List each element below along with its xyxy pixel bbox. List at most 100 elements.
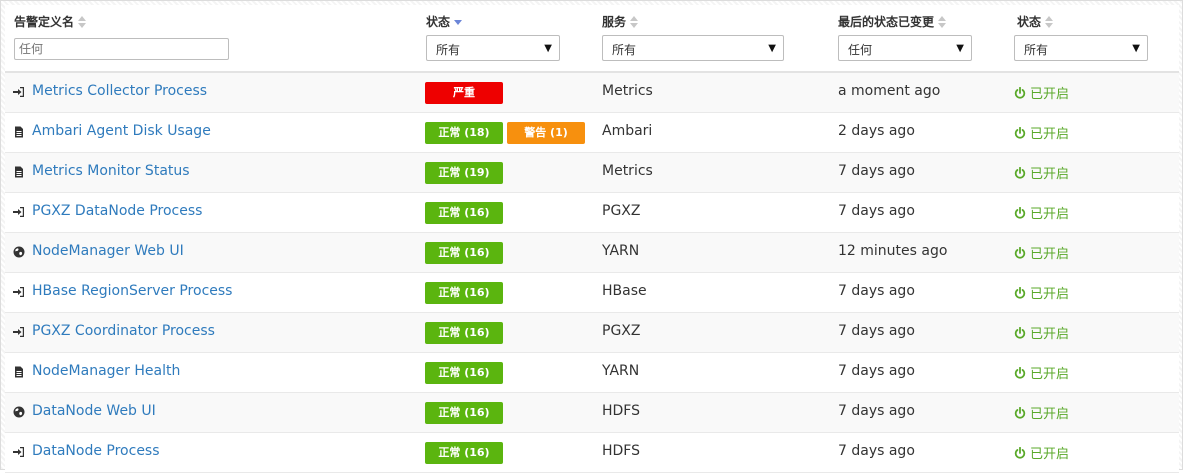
last-changed-filter-select[interactable]: 任何 ▼ — [838, 35, 972, 61]
caret-down-icon: ▼ — [544, 43, 552, 54]
sign-in-icon — [13, 86, 25, 98]
state-label: 已开启 — [1030, 167, 1070, 182]
file-icon — [13, 166, 25, 178]
sort-icon[interactable] — [938, 16, 947, 28]
sign-in-icon — [13, 206, 25, 218]
state-toggle[interactable]: 已开启 — [1014, 403, 1069, 422]
last-changed-cell: 7 days ago — [838, 403, 915, 419]
state-label: 已开启 — [1030, 87, 1070, 102]
ok-badge[interactable]: 正常 (16) — [425, 362, 503, 384]
header-service-label: 服务 — [602, 15, 627, 29]
state-filter-select[interactable]: 所有 ▼ — [1014, 35, 1148, 61]
sign-in-icon — [13, 446, 25, 458]
warning-badge[interactable]: 警告 (1) — [507, 122, 585, 144]
table-row: HBase RegionServer Process 正常 (16) HBase 7 … — [5, 273, 1179, 313]
caret-down-icon: ▼ — [768, 43, 776, 54]
power-icon — [1014, 447, 1026, 459]
service-filter-select[interactable]: 所有 ▼ — [602, 35, 784, 61]
state-label: 已开启 — [1030, 287, 1070, 302]
alert-definition-link[interactable]: NodeManager Web UI — [32, 243, 184, 259]
state-toggle[interactable]: 已开启 — [1014, 123, 1069, 142]
header-status[interactable]: 状态 — [426, 13, 463, 30]
alert-definition-link[interactable]: DataNode Web UI — [32, 403, 156, 419]
sign-in-icon — [13, 286, 25, 298]
ok-badge[interactable]: 正常 (16) — [425, 402, 503, 424]
table-row: DataNode Web UI 正常 (16) HDFS 7 days ago 已开启 — [5, 393, 1179, 433]
header-name[interactable]: 告警定义名 — [14, 13, 87, 30]
service-cell: PGXZ — [602, 203, 641, 219]
globe-icon — [13, 246, 25, 258]
state-toggle[interactable]: 已开启 — [1014, 323, 1069, 342]
file-icon — [13, 126, 25, 138]
header-state-label: 状态 — [1017, 15, 1042, 29]
status-filter-select[interactable]: 所有 ▼ — [426, 35, 560, 61]
state-toggle[interactable]: 已开启 — [1014, 283, 1069, 302]
header-service[interactable]: 服务 — [602, 13, 639, 30]
state-toggle[interactable]: 已开启 — [1014, 203, 1069, 222]
table-row: DataNode Process 正常 (16) HDFS 7 days ago 已开启 — [5, 433, 1179, 473]
table-row: Ambari Agent Disk Usage 正常 (18) 警告 (1) Amba… — [5, 113, 1179, 153]
state-toggle[interactable]: 已开启 — [1014, 163, 1069, 182]
power-icon — [1014, 167, 1026, 179]
last-changed-cell: a moment ago — [838, 83, 941, 99]
last-changed-cell: 12 minutes ago — [838, 243, 948, 259]
alert-definition-link[interactable]: PGXZ DataNode Process — [32, 203, 202, 219]
header-status-label: 状态 — [426, 15, 451, 29]
sort-icon[interactable] — [78, 16, 87, 28]
state-toggle[interactable]: 已开启 — [1014, 363, 1069, 382]
alerts-panel: 告警定义名 状态 所有 ▼ 服务 所有 ▼ — [0, 0, 1183, 473]
alert-definition-link[interactable]: HBase RegionServer Process — [32, 283, 232, 299]
ok-badge[interactable]: 正常 (18) — [425, 122, 503, 144]
state-label: 已开启 — [1030, 127, 1070, 142]
ok-badge[interactable]: 正常 (16) — [425, 442, 503, 464]
ok-badge[interactable]: 正常 (19) — [425, 162, 503, 184]
power-icon — [1014, 87, 1026, 99]
table-row: NodeManager Health 正常 (16) YARN 7 days ago 已… — [5, 353, 1179, 393]
last-changed-cell: 7 days ago — [838, 283, 915, 299]
service-cell: HDFS — [602, 403, 641, 419]
power-icon — [1014, 367, 1026, 379]
alert-definition-link[interactable]: Metrics Collector Process — [32, 83, 207, 99]
header-name-label: 告警定义名 — [14, 15, 75, 29]
sort-icon[interactable] — [630, 16, 639, 28]
table-row: Metrics Monitor Status 正常 (19) Metrics 7 da… — [5, 153, 1179, 193]
state-toggle[interactable]: 已开启 — [1014, 83, 1069, 102]
power-icon — [1014, 247, 1026, 259]
service-cell: YARN — [602, 363, 640, 379]
ok-badge[interactable]: 正常 (16) — [425, 202, 503, 224]
ok-badge[interactable]: 正常 (16) — [425, 242, 503, 264]
last-changed-cell: 7 days ago — [838, 203, 915, 219]
state-label: 已开启 — [1030, 207, 1070, 222]
globe-icon — [13, 406, 25, 418]
service-filter-value: 所有 — [612, 43, 637, 57]
alert-definition-link[interactable]: DataNode Process — [32, 443, 160, 459]
ok-badge[interactable]: 正常 (16) — [425, 282, 503, 304]
power-icon — [1014, 407, 1026, 419]
service-cell: HBase — [602, 283, 647, 299]
state-toggle[interactable]: 已开启 — [1014, 243, 1069, 262]
header-last-changed[interactable]: 最后的状态已变更 — [838, 13, 947, 30]
alert-definition-link[interactable]: NodeManager Health — [32, 363, 180, 379]
last-changed-filter-value: 任何 — [848, 43, 873, 57]
power-icon — [1014, 287, 1026, 299]
header-state[interactable]: 状态 — [1017, 13, 1054, 30]
power-icon — [1014, 327, 1026, 339]
table-header: 告警定义名 状态 所有 ▼ 服务 所有 ▼ — [5, 5, 1179, 73]
sort-icon[interactable] — [1045, 16, 1054, 28]
state-toggle[interactable]: 已开启 — [1014, 443, 1069, 462]
status-filter-value: 所有 — [436, 43, 461, 57]
last-changed-cell: 7 days ago — [838, 323, 915, 339]
ok-badge[interactable]: 正常 (16) — [425, 322, 503, 344]
table-row: PGXZ Coordinator Process 正常 (16) PGXZ 7 day… — [5, 313, 1179, 353]
service-cell: YARN — [602, 243, 640, 259]
name-filter-input[interactable] — [14, 38, 229, 60]
alert-definition-link[interactable]: Metrics Monitor Status — [32, 163, 190, 179]
alert-definition-link[interactable]: Ambari Agent Disk Usage — [32, 123, 211, 139]
critical-badge[interactable]: 严重 — [425, 82, 503, 104]
state-label: 已开启 — [1030, 367, 1070, 382]
alert-definition-link[interactable]: PGXZ Coordinator Process — [32, 323, 215, 339]
caret-down-icon: ▼ — [1132, 43, 1140, 54]
sort-desc-icon[interactable] — [454, 16, 463, 28]
caret-down-icon: ▼ — [956, 43, 964, 54]
table-body: Metrics Collector Process 严重 Metrics a mome… — [5, 73, 1179, 473]
